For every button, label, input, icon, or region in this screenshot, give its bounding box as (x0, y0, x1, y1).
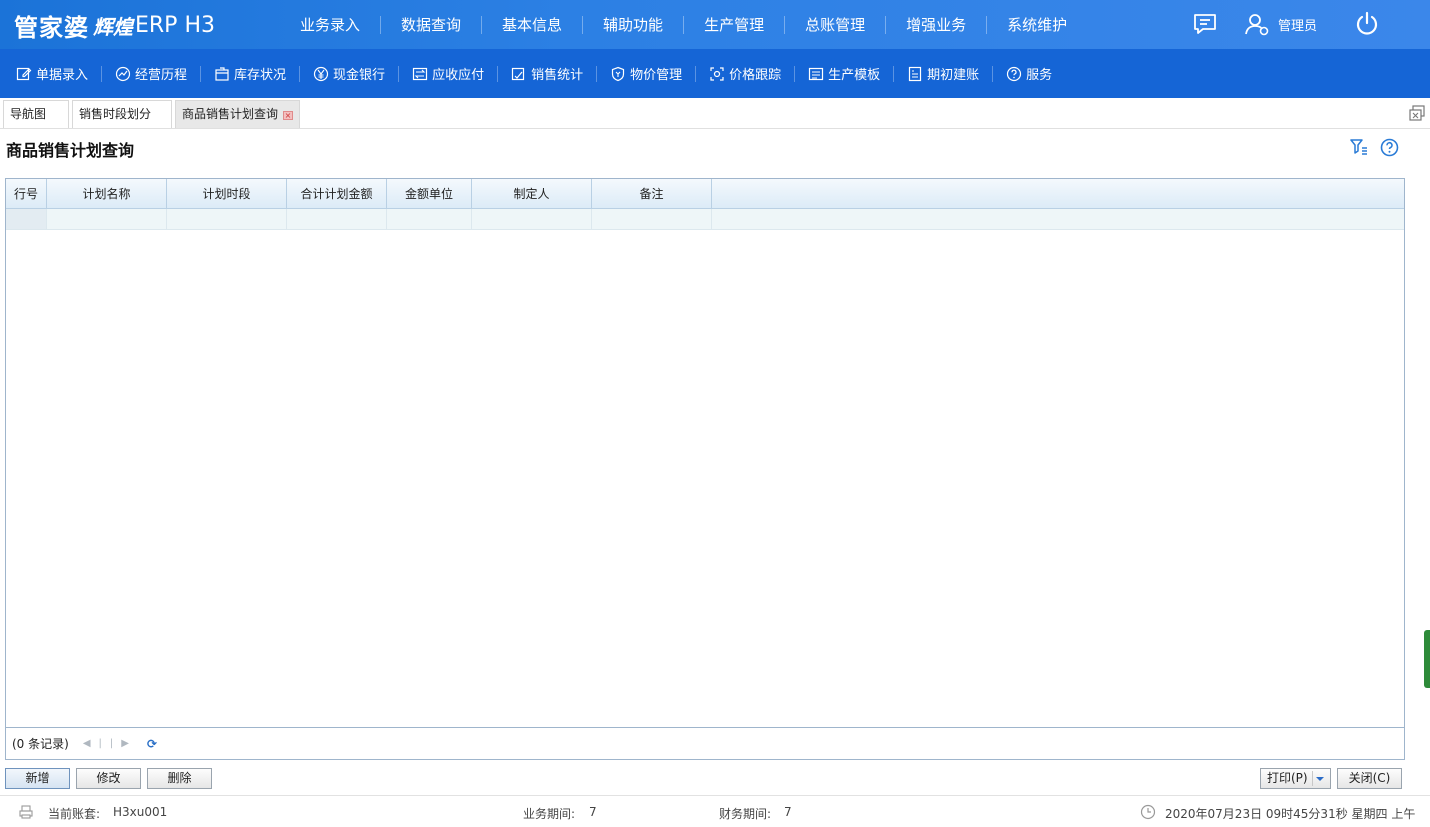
nav-item-ledger[interactable]: 总账管理 (785, 15, 887, 34)
box-icon (215, 66, 229, 81)
edit-icon (16, 67, 32, 80)
column-header-plan-name[interactable]: 计划名称 (47, 179, 167, 209)
biz-period-value: 7 (589, 805, 597, 819)
focus-icon (710, 66, 724, 81)
pager: ◀ | | ▶ (83, 738, 137, 749)
toolbar-item-price-mgmt[interactable]: 物价管理 (610, 65, 697, 83)
brand-name: 管家婆 (14, 13, 89, 42)
table-cell[interactable] (167, 209, 287, 229)
column-header-row-no[interactable]: 行号 (6, 179, 47, 209)
status-bar: 当前账套: H3xu001 业务期间: 7 财务期间: 7 2020年07月23… (0, 795, 1430, 827)
grid-footer: (0 条记录) ◀ | | ▶ ⟳ (6, 727, 1404, 759)
user-menu[interactable]: 管理员 (1244, 12, 1317, 36)
app-logo: 管家婆 辉煌 ERP H3 (14, 9, 215, 42)
nav-item-system[interactable]: 系统维护 (987, 16, 1087, 34)
restore-window-icon[interactable] (1408, 104, 1426, 125)
column-header-total-amount[interactable]: 合计计划金额 (287, 179, 387, 209)
row-number-cell (6, 209, 47, 229)
list-icon (809, 67, 824, 80)
column-header-creator[interactable]: 制定人 (472, 179, 592, 209)
print-button[interactable]: 打印(P) (1260, 768, 1331, 789)
toolbar-item-cash-bank[interactable]: 现金银行 (313, 65, 400, 83)
column-header-amount-unit[interactable]: 金额单位 (387, 179, 472, 209)
toolbar-item-receivable[interactable]: 应收应付 (412, 65, 499, 83)
column-header-remark[interactable]: 备注 (592, 179, 712, 209)
toolbar-item-sales-stats[interactable]: 销售统计 (511, 65, 598, 83)
account-label: 当前账套: (48, 807, 101, 821)
trend-icon (115, 66, 131, 81)
brand-sub: 辉煌 (93, 14, 133, 39)
record-count: (0 条记录) (12, 737, 69, 751)
main-nav: 业务录入 数据查询 基本信息 辅助功能 生产管理 总账管理 增强业务 系统维护 (280, 0, 1087, 49)
side-panel-handle[interactable] (1424, 630, 1430, 688)
toolbar-item-price-track[interactable]: 价格跟踪 (709, 65, 796, 83)
toolbar-item-history[interactable]: 经营历程 (115, 65, 202, 83)
table-cell[interactable] (472, 209, 592, 229)
filter-icon[interactable] (1350, 139, 1368, 158)
stats-icon (511, 67, 525, 80)
table-cell[interactable] (47, 209, 167, 229)
user-name: 管理员 (1278, 18, 1318, 34)
data-grid: 行号 计划名称 计划时段 合计计划金额 金额单位 制定人 备注 (0 条记录) … (5, 178, 1405, 760)
pager-divider: | (98, 738, 102, 749)
edit-button[interactable]: 修改 (76, 768, 141, 789)
table-cell[interactable] (592, 209, 712, 229)
tab-nav-map[interactable]: 导航图 (3, 100, 69, 128)
prev-page-icon[interactable]: ◀ (83, 738, 91, 749)
nav-item-data-query[interactable]: 数据查询 (381, 15, 483, 34)
toolbar-item-opening[interactable]: 期初建账 (907, 65, 994, 83)
nav-item-production[interactable]: 生产管理 (684, 15, 786, 34)
grid-header: 行号 计划名称 计划时段 合计计划金额 金额单位 制定人 备注 (6, 179, 1404, 209)
message-icon[interactable] (1192, 12, 1218, 39)
pager-divider: | (109, 738, 114, 749)
close-button[interactable]: 关闭(C) (1337, 768, 1402, 789)
tab-sales-plan-query[interactable]: 商品销售计划查询 × (175, 100, 300, 128)
toolbar-item-doc-entry[interactable]: 单据录入 (16, 65, 103, 83)
biz-period-label: 业务期间: (523, 807, 576, 821)
product-name: ERP H3 (135, 12, 215, 38)
column-header-plan-period[interactable]: 计划时段 (167, 179, 287, 209)
nav-item-enhanced[interactable]: 增强业务 (886, 15, 988, 34)
toolbar-item-service[interactable]: 服务 (1006, 66, 1065, 83)
datetime: 2020年07月23日 09时45分31秒 星期四 上午 (1165, 807, 1416, 821)
fin-period-value: 7 (784, 805, 792, 819)
toolbar-item-inventory[interactable]: 库存状况 (214, 65, 301, 83)
add-button[interactable]: 新增 (5, 768, 70, 789)
next-page-icon[interactable]: ▶ (121, 738, 129, 749)
page-title: 商品销售计划查询 (6, 141, 135, 160)
close-tab-icon[interactable]: × (283, 111, 293, 120)
exchange-icon (412, 67, 428, 80)
delete-button[interactable]: 删除 (147, 768, 212, 789)
shield-icon (611, 66, 625, 81)
ledger-icon (909, 66, 922, 81)
chevron-down-icon[interactable] (1312, 771, 1326, 786)
user-icon (1245, 14, 1269, 36)
tab-bar: 导航图 销售时段划分 商品销售计划查询 × (0, 98, 1430, 129)
top-bar: 管家婆 辉煌 ERP H3 业务录入 数据查询 基本信息 辅助功能 生产管理 总… (0, 0, 1430, 49)
refresh-icon[interactable]: ⟳ (147, 737, 157, 751)
printer-icon (18, 804, 34, 823)
toolbar-item-prod-template[interactable]: 生产模板 (808, 65, 895, 83)
tab-sales-period[interactable]: 销售时段划分 (72, 100, 172, 128)
table-cell[interactable] (387, 209, 472, 229)
help-circle-icon (1007, 66, 1022, 81)
table-cell[interactable] (287, 209, 387, 229)
power-icon[interactable] (1354, 11, 1380, 40)
fin-period-label: 财务期间: (719, 807, 772, 821)
account-value: H3xu001 (113, 805, 168, 819)
yen-icon (313, 66, 329, 81)
table-row[interactable] (6, 209, 1404, 230)
clock-icon (1140, 804, 1156, 823)
nav-item-basic-info[interactable]: 基本信息 (482, 15, 584, 34)
nav-item-aux-functions[interactable]: 辅助功能 (583, 15, 685, 34)
help-icon[interactable] (1380, 138, 1399, 160)
quick-toolbar: 单据录入 经营历程 库存状况 现金银行 应收应付 销售统计 物价管理 价格跟踪 … (0, 49, 1430, 98)
nav-item-business-entry[interactable]: 业务录入 (280, 15, 382, 34)
